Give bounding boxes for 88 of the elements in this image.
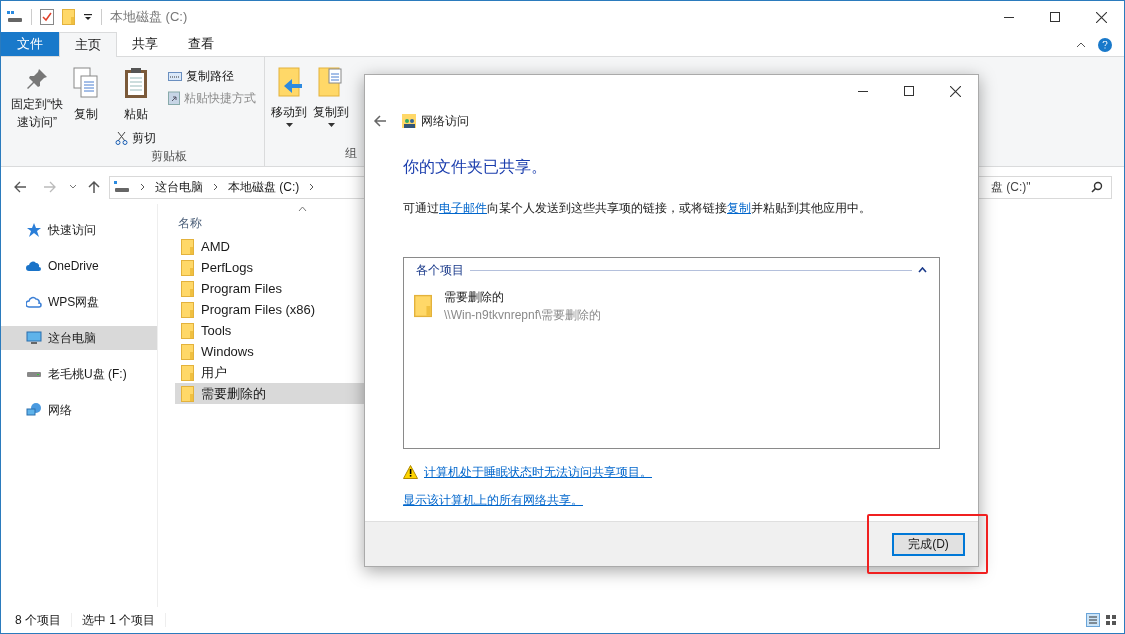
sidebar-item[interactable]: OneDrive [1, 254, 157, 278]
file-row[interactable]: 用户 [175, 362, 365, 383]
folder-copy-icon [317, 67, 345, 97]
search-icon [1091, 181, 1103, 193]
chevron-down-icon[interactable] [69, 184, 77, 190]
move-to-button[interactable]: 移动到 [271, 67, 307, 144]
folder-icon [181, 238, 194, 255]
chevron-right-icon [309, 183, 315, 191]
caret-icon[interactable] [83, 12, 93, 22]
group-label: 组 [344, 145, 358, 162]
window-title: 本地磁盘 (C:) [110, 8, 188, 27]
file-row[interactable]: PerfLogs [175, 257, 365, 278]
drive-icon [114, 179, 130, 195]
chevron-up-icon[interactable] [1076, 40, 1086, 50]
caret-icon [285, 123, 293, 127]
shared-item-path: \\Win-n9tkvnrepnf\需要删除的 [444, 307, 602, 324]
clipboard-icon [122, 67, 149, 99]
show-shares-link[interactable]: 显示该计算机上的所有网络共享。 [403, 493, 583, 507]
file-row[interactable]: AMD [175, 236, 365, 257]
group-label: 剪贴板 [149, 148, 188, 165]
cut-button[interactable]: 剪切 [115, 129, 156, 147]
properties-icon[interactable] [40, 9, 54, 25]
folder-icon [181, 280, 194, 297]
dialog-heading: 你的文件夹已共享。 [403, 157, 548, 177]
close-icon [1095, 11, 1107, 23]
path-icon [168, 71, 182, 81]
warning-icon [403, 465, 418, 479]
drive-icon[interactable] [7, 9, 23, 25]
section-header: 各个项目 [416, 262, 464, 279]
shared-item-name: 需要删除的 [444, 289, 505, 306]
ribbon-tab[interactable]: 共享 [117, 32, 173, 56]
caret-icon [327, 123, 335, 127]
chevron-right-icon [213, 183, 218, 191]
breadcrumb[interactable]: 这台电脑 [155, 178, 203, 196]
copy-to-button[interactable]: 复制到 [313, 67, 349, 144]
folder-icon [181, 322, 194, 339]
item-count: 8 个项目 [15, 612, 61, 629]
file-row[interactable]: Windows [175, 341, 365, 362]
sort-caret-icon [298, 206, 307, 212]
copy-path-button[interactable]: 复制路径 [168, 67, 256, 85]
pin-button[interactable]: 固定到“快 速访问” [9, 67, 65, 147]
help-icon[interactable] [1098, 38, 1112, 52]
pin-icon [25, 67, 49, 91]
collapse-caret-icon[interactable] [918, 267, 927, 273]
file-row[interactable]: 需要删除的 [175, 383, 365, 404]
selection-count: 选中 1 个项目 [82, 612, 156, 629]
column-header[interactable]: 名称 [178, 214, 202, 232]
breadcrumb[interactable]: 本地磁盘 (C:) [228, 178, 300, 196]
up-arrow-icon[interactable] [87, 180, 101, 194]
file-row[interactable]: Program Files [175, 278, 365, 299]
sidebar-item[interactable]: 这台电脑 [1, 326, 157, 350]
monitor-icon [26, 330, 42, 346]
sidebar-item[interactable]: 快速访问 [1, 218, 157, 242]
file-row[interactable]: Program Files (x86) [175, 299, 365, 320]
copy-icon [73, 67, 99, 99]
copy-button[interactable]: 复制 [73, 67, 99, 147]
warning-link[interactable]: 计算机处于睡眠状态时无法访问共享项目。 [424, 463, 652, 481]
ribbon-tab[interactable]: 主页 [59, 32, 117, 57]
tiles-view-icon[interactable] [1104, 613, 1118, 627]
done-button[interactable]: 完成(D) [892, 532, 965, 556]
back-arrow-icon[interactable] [373, 114, 387, 128]
new-folder-icon [62, 9, 75, 25]
inline-link[interactable]: 复制 [727, 201, 751, 215]
folder-icon [414, 292, 432, 320]
sidebar-item[interactable]: 老毛桃U盘 (F:) [1, 362, 157, 386]
close-icon [949, 85, 961, 97]
folder-icon [181, 259, 194, 276]
inline-link[interactable]: 电子邮件 [439, 201, 487, 215]
file-row[interactable]: Tools [175, 320, 365, 341]
back-arrow-icon[interactable] [13, 180, 27, 194]
chevron-right-icon [140, 183, 145, 191]
file-tab[interactable]: 文件 [1, 32, 59, 56]
folder-icon [181, 364, 194, 381]
folder-icon [181, 301, 194, 318]
shortcut-icon [168, 91, 180, 105]
cloud-icon [26, 294, 42, 310]
folder-icon [181, 343, 194, 360]
folder-icon [181, 385, 194, 402]
shared-folder-icon [401, 113, 417, 129]
paste-button[interactable]: 粘贴 [122, 67, 149, 123]
dialog-title: 网络访问 [421, 113, 469, 130]
share-description: 可通过电子邮件向某个人发送到这些共享项的链接，或将链接复制并粘贴到其他应用中。 [403, 200, 872, 217]
ribbon-tab[interactable]: 查看 [173, 32, 229, 56]
sidebar-item[interactable]: WPS网盘 [1, 290, 157, 314]
star-icon [26, 222, 42, 238]
scissors-icon [115, 131, 128, 145]
network-icon [26, 402, 42, 418]
sidebar-item[interactable]: 网络 [1, 398, 157, 422]
